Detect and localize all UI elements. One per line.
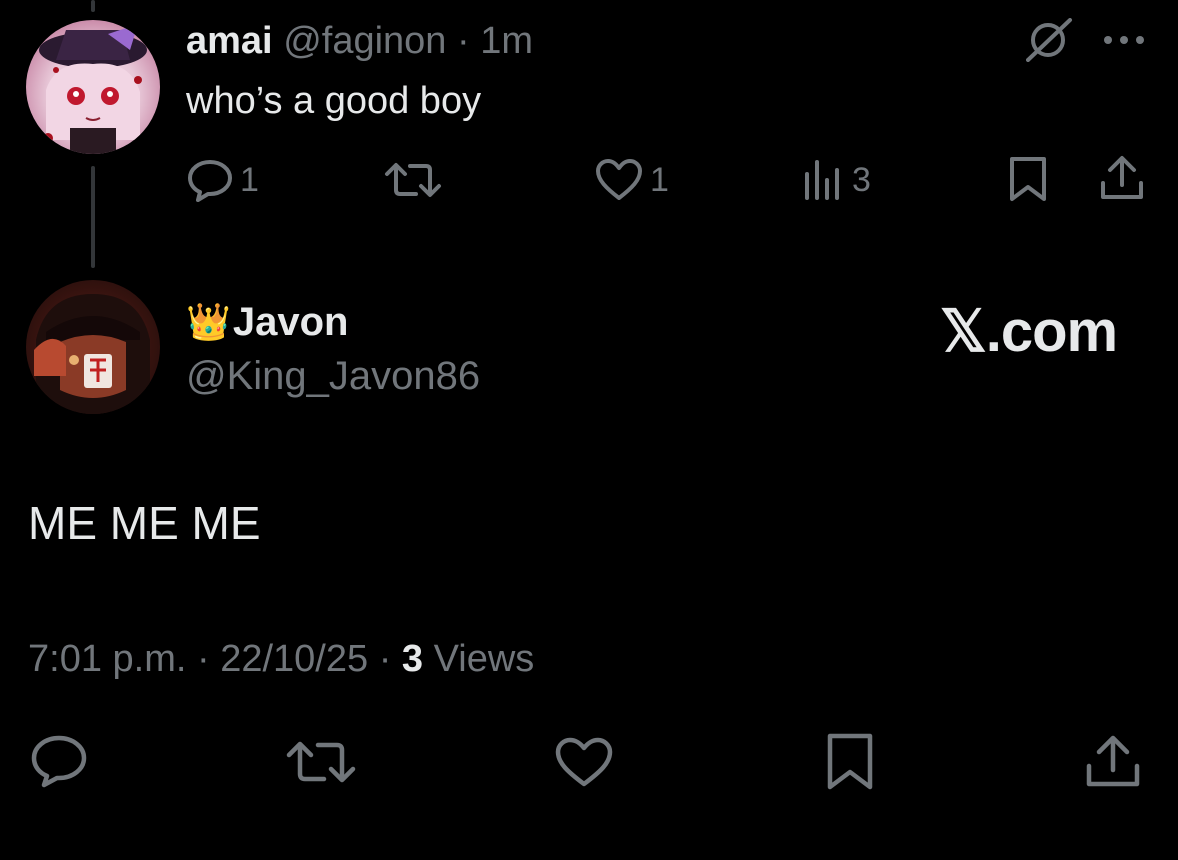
tweet-time[interactable]: 7:01 p.m. (28, 638, 186, 680)
tweet-text: ME ME ME (28, 497, 261, 549)
meta-separator: · (196, 638, 210, 680)
watermark-logo: 𝕏.com (940, 299, 1118, 364)
tweet-handle[interactable]: @King_Javon86 (186, 352, 480, 400)
reply-header: amai @faginon · 1m (186, 18, 533, 64)
tweet-like-button[interactable] (554, 736, 614, 788)
reply-avatar[interactable] (26, 20, 160, 154)
tweet-bookmark-button[interactable] (824, 732, 876, 792)
crown-emoji: 👑 (186, 301, 231, 342)
tweet-author[interactable]: 👑 Javon (186, 298, 348, 346)
views-icon (802, 158, 846, 202)
like-icon (554, 736, 614, 788)
tweet-date[interactable]: 22/10/25 (220, 638, 368, 680)
repost-icon (286, 738, 356, 786)
views-count: 3 (852, 160, 871, 199)
reply-display-name[interactable]: amai (186, 20, 273, 62)
tweet-avatar[interactable] (26, 280, 160, 414)
reply-like-button[interactable]: 1 (594, 158, 669, 202)
tweet-reply-button[interactable] (30, 734, 88, 788)
thread-line (91, 0, 95, 12)
more-icon[interactable] (1102, 25, 1146, 55)
tweet-views-count[interactable]: 3 (402, 638, 423, 680)
reply-handle[interactable]: @faginon (283, 20, 446, 62)
repost-icon (384, 160, 442, 200)
reply-separator: · (457, 20, 470, 62)
share-icon (1084, 734, 1142, 790)
thread-line (91, 166, 95, 268)
share-icon[interactable] (1098, 155, 1146, 203)
bookmark-icon[interactable] (1006, 155, 1050, 203)
like-count: 1 (650, 160, 669, 199)
grok-icon[interactable] (1026, 18, 1074, 62)
tweet-meta: 7:01 p.m. · 22/10/25 · 3 Views (28, 636, 534, 682)
reply-text: who’s a good boy (186, 80, 482, 122)
reply-time[interactable]: 1m (480, 20, 533, 62)
tweet-repost-button[interactable] (286, 738, 356, 786)
reply-reply-button[interactable]: 1 (186, 158, 259, 202)
bookmark-icon (824, 732, 876, 792)
reply-views-button[interactable]: 3 (802, 158, 871, 202)
reply-count: 1 (240, 160, 259, 199)
reply-icon (186, 158, 234, 202)
reply-icon (30, 734, 88, 788)
tweet-display-name[interactable]: Javon (233, 298, 349, 346)
reply-repost-button[interactable] (384, 160, 448, 200)
tweet-share-button[interactable] (1084, 734, 1142, 790)
tweet-views-label[interactable]: Views (434, 638, 535, 680)
like-icon (594, 158, 644, 202)
meta-separator: · (378, 638, 392, 680)
